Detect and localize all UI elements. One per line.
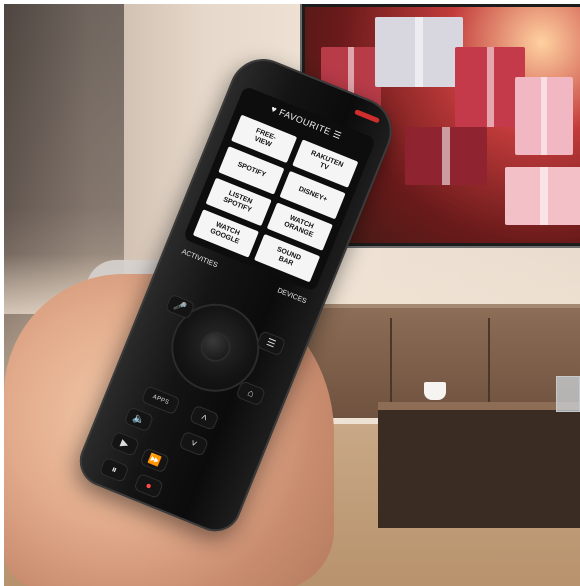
chevron-up-icon: ˄ — [199, 411, 210, 424]
tv-console — [294, 304, 580, 418]
tile-label: WATCH GOOGLE — [209, 221, 241, 246]
home-icon: ⌂ — [245, 387, 256, 400]
gift-box — [505, 167, 580, 225]
volume-down-button[interactable]: ˅ — [178, 430, 210, 457]
gift-box — [515, 77, 573, 155]
chevron-down-icon: ˅ — [189, 437, 199, 450]
pause-icon: ⏸ — [109, 463, 119, 476]
record-button[interactable]: ● — [133, 472, 165, 500]
console-divider — [390, 318, 392, 408]
volume-up-button[interactable]: ˄ — [188, 404, 220, 431]
tile-label: LISTEN SPOTIFY — [222, 189, 254, 214]
tile-label: FREE- VIEW — [253, 127, 277, 149]
console-divider — [488, 318, 490, 408]
pause-button[interactable]: ⏸ — [98, 456, 130, 484]
tile-label: SPOTIFY — [236, 161, 267, 179]
fast-forward-icon: ⏩ — [146, 452, 163, 468]
apps-button[interactable]: APPS — [140, 385, 181, 416]
status-led — [354, 109, 381, 124]
menu-button[interactable]: ☰ — [255, 330, 287, 357]
tile-label: RAKUTEN TV — [309, 149, 345, 172]
tile-label: WATCH ORANGE — [282, 214, 315, 239]
play-button[interactable]: ▶ — [109, 430, 141, 458]
apps-label: APPS — [151, 394, 170, 407]
coffee-table — [378, 402, 580, 528]
gift-box — [405, 127, 487, 185]
scene-photo: ♥ FAVOURITE ☰ FREE- VIEW RAKUTEN TV SPOT… — [4, 4, 580, 586]
gift-box — [375, 17, 463, 87]
menu-icon: ☰ — [264, 336, 278, 351]
record-icon: ● — [143, 479, 154, 493]
speaker-icon: 🔈 — [131, 411, 147, 427]
mute-button[interactable]: 🔈 — [123, 406, 155, 433]
mic-icon: 🎤 — [172, 299, 188, 315]
play-icon: ▶ — [119, 437, 131, 451]
drinking-glass — [556, 376, 580, 412]
tile-label: SOUND BAR — [275, 245, 302, 268]
coffee-cup — [424, 382, 446, 400]
home-button[interactable]: ⌂ — [235, 380, 267, 407]
fast-forward-button[interactable]: ⏩ — [139, 447, 171, 474]
tile-label: DISNEY+ — [297, 185, 329, 204]
